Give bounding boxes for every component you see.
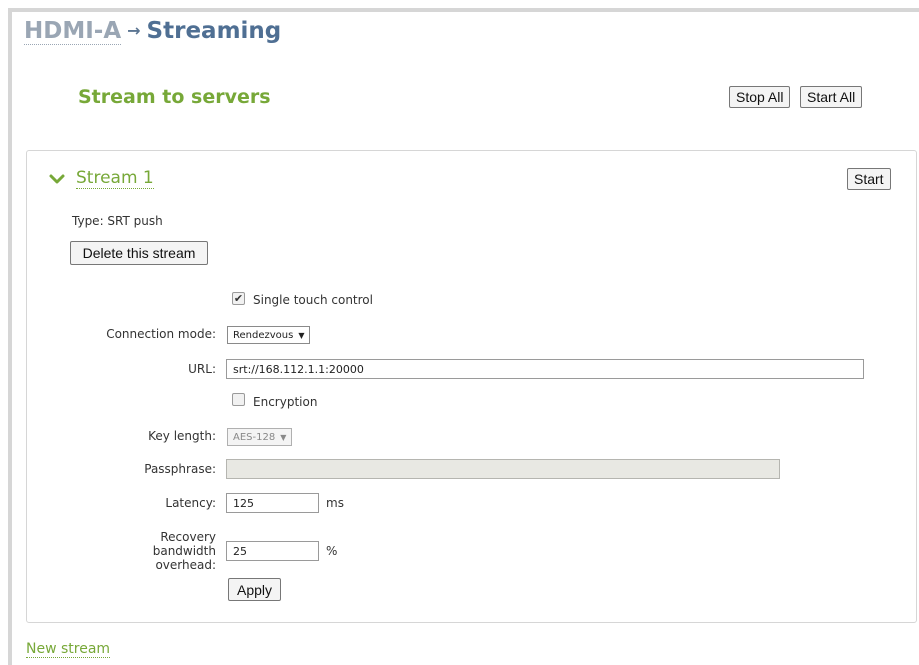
start-all-button[interactable]: Start All <box>800 86 863 108</box>
stop-all-button[interactable]: Stop All <box>729 86 791 108</box>
chevron-down-icon[interactable] <box>48 170 66 188</box>
connection-mode-select[interactable]: Rendezvous ▼ <box>227 326 311 344</box>
latency-label: Latency: <box>165 496 216 510</box>
breadcrumb-arrow-icon: → <box>127 21 141 40</box>
latency-unit: ms <box>326 496 344 510</box>
single-touch-label: Single touch control <box>253 293 373 307</box>
recovery-bandwidth-label: Recovery bandwidth overhead: <box>96 530 216 572</box>
breadcrumb-device-link[interactable]: HDMI-A <box>24 18 122 45</box>
url-label: URL: <box>188 362 216 376</box>
key-length-label: Key length: <box>148 429 216 443</box>
recovery-label-line2: overhead: <box>155 558 216 572</box>
stream-name-link[interactable]: Stream 1 <box>76 168 154 189</box>
key-length-value: AES-128 <box>233 431 276 443</box>
passphrase-label: Passphrase: <box>144 462 216 476</box>
encryption-label: Encryption <box>253 395 318 409</box>
stream-header[interactable]: Stream 1 <box>48 168 154 189</box>
encryption-checkbox[interactable] <box>232 393 245 406</box>
dropdown-caret-icon: ▼ <box>280 432 287 442</box>
page-title: Streaming <box>146 18 282 44</box>
section-title: Stream to servers <box>78 86 271 108</box>
connection-mode-value: Rendezvous <box>233 329 294 341</box>
stream-start-button[interactable]: Start <box>847 168 891 190</box>
passphrase-input[interactable] <box>226 459 780 479</box>
recovery-label-line1: Recovery bandwidth <box>152 530 216 558</box>
url-input[interactable]: srt://168.112.1.1:20000 <box>226 359 864 379</box>
recovery-overhead-input[interactable]: 25 <box>226 541 319 561</box>
single-touch-checkbox[interactable]: ✔ <box>232 292 245 305</box>
checkmark-icon: ✔ <box>233 292 244 305</box>
latency-input[interactable]: 125 <box>226 493 319 513</box>
key-length-select[interactable]: AES-128 ▼ <box>227 428 293 446</box>
stream-type-text: Type: SRT push <box>72 214 163 228</box>
delete-stream-button[interactable]: Delete this stream <box>70 241 208 265</box>
connection-mode-label: Connection mode: <box>106 327 216 341</box>
dropdown-caret-icon: ▼ <box>298 330 305 340</box>
recovery-unit: % <box>326 544 338 558</box>
new-stream-link[interactable]: New stream <box>26 641 111 658</box>
breadcrumb: HDMI-A → Streaming <box>24 18 282 45</box>
apply-button[interactable]: Apply <box>228 578 281 601</box>
